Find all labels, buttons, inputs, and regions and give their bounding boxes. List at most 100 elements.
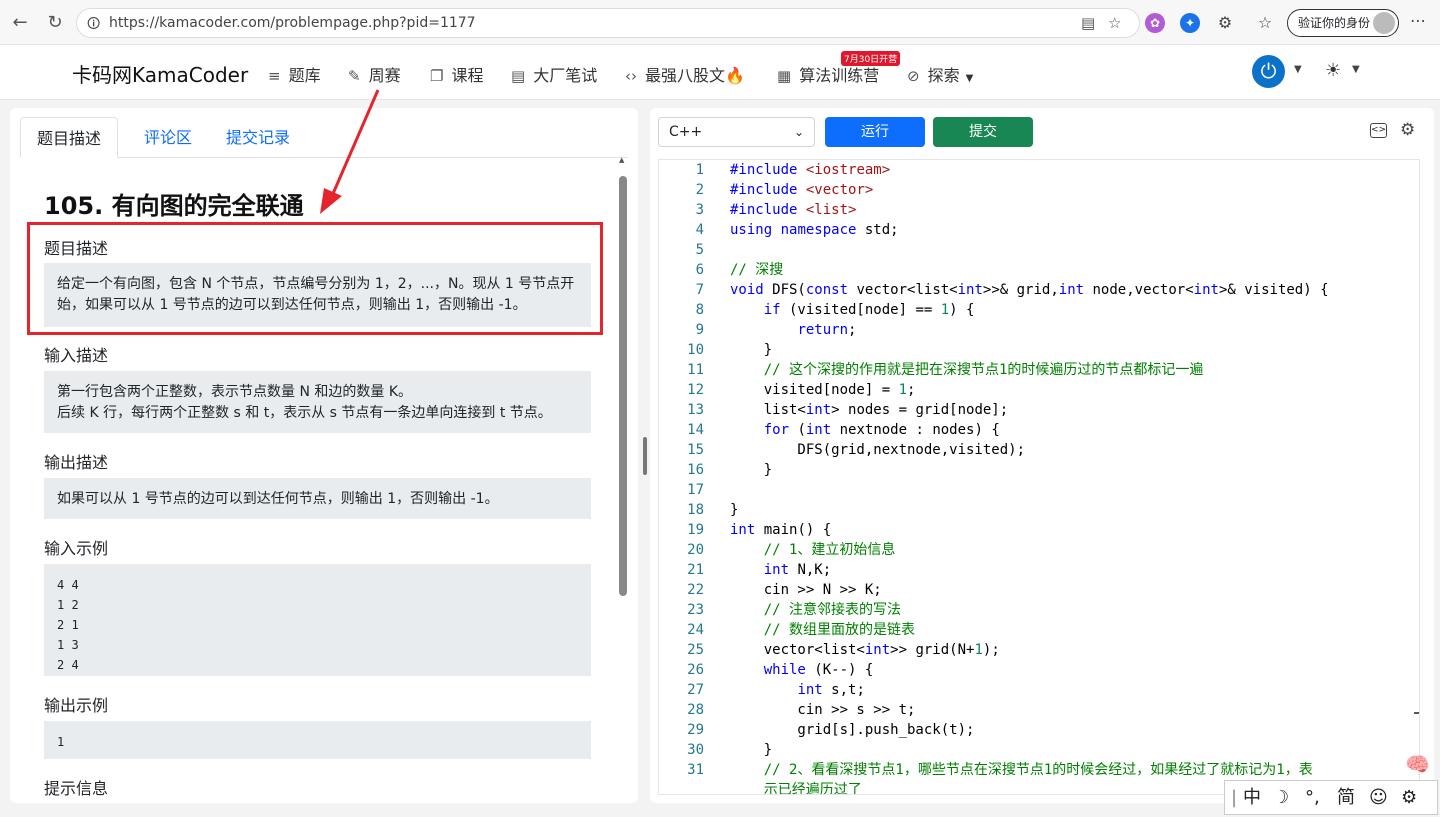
code-line[interactable]: 31 // 2、看看深搜节点1，哪些节点在深搜节点1的时候会经过，如果经过了就标… — [659, 760, 1419, 780]
code-format-icon[interactable]: <> — [1370, 123, 1387, 138]
ime-simplified[interactable]: 简 — [1337, 781, 1355, 814]
line-number: 11 — [687, 362, 704, 378]
run-button[interactable]: 运行 — [825, 117, 925, 147]
ime-settings-icon[interactable]: ⚙ — [1401, 781, 1417, 814]
tab-submissions[interactable]: 提交记录 — [210, 117, 306, 158]
line-number: 3 — [695, 202, 704, 218]
site-info-icon[interactable]: 🛈 — [87, 15, 100, 37]
code-line[interactable]: 17 — [659, 480, 1419, 500]
back-icon[interactable]: ← — [8, 11, 32, 35]
section-heading: 输出描述 — [44, 453, 109, 472]
theme-caret-icon[interactable]: ▼ — [1352, 64, 1360, 75]
document-icon: ▤ — [511, 67, 526, 85]
line-number: 29 — [687, 722, 704, 738]
line-number: 8 — [695, 302, 704, 318]
profile-button[interactable]: 验证你的身份 — [1287, 9, 1399, 37]
line-number: 13 — [687, 402, 704, 418]
more-menu-icon[interactable]: ⋯ — [1410, 11, 1426, 30]
user-power-icon[interactable]: ⏻ — [1252, 55, 1285, 88]
code-editor[interactable]: 1 #include <iostream> 2 #include <vector> 3 #… — [658, 159, 1420, 795]
panel-splitter[interactable] — [643, 437, 647, 475]
chevron-down-icon: ⌄ — [793, 125, 804, 139]
code-text: list<int> nodes = grid[node]; — [730, 402, 1009, 418]
code-line[interactable]: 19 int main() { — [659, 520, 1419, 540]
line-number: 15 — [687, 442, 704, 458]
code-line[interactable]: 10 } — [659, 340, 1419, 360]
code-line[interactable]: 23 // 注意邻接表的写法 — [659, 600, 1419, 620]
emoji-icon[interactable]: ☺ — [1369, 781, 1388, 814]
line-number: 28 — [687, 702, 704, 718]
extension-brain-icon[interactable]: ✿ — [1145, 13, 1165, 33]
copilot-icon[interactable]: 🧠 — [1405, 752, 1430, 776]
code-line[interactable]: 26 while (K--) { — [659, 660, 1419, 680]
language-select[interactable]: C++ ⌄ — [658, 117, 815, 147]
nav-courses[interactable]: ❐ 课程 — [430, 62, 483, 86]
tab-comments[interactable]: 评论区 — [128, 117, 208, 158]
avatar — [1373, 12, 1395, 34]
code-line[interactable]: 8 if (visited[node] == 1) { — [659, 300, 1419, 320]
code-line[interactable]: 5 — [659, 240, 1419, 260]
reader-icon[interactable]: ▤ — [1081, 14, 1095, 32]
code-text: // 注意邻接表的写法 — [763, 602, 902, 618]
line-number: 4 — [695, 222, 704, 238]
code-line[interactable]: 30 } — [659, 740, 1419, 760]
code-line[interactable]: 13 list<int> nodes = grid[node]; — [659, 400, 1419, 420]
moon-icon[interactable]: ☽ — [1273, 781, 1289, 814]
code-text: int main() { — [730, 522, 832, 538]
pencil-icon: ✎ — [348, 67, 361, 85]
code-line[interactable]: 20 // 1、建立初始信息 — [659, 540, 1419, 560]
code-line[interactable]: 25 vector<list<int>> grid(N+1); — [659, 640, 1419, 660]
scroll-up-icon[interactable]: ▲ — [619, 156, 624, 164]
favorites-icon[interactable]: ☆ — [1255, 13, 1275, 33]
code-line[interactable]: 29 grid[s].push_back(t); — [659, 720, 1419, 740]
nav-problems[interactable]: ≡ 题库 — [268, 62, 321, 86]
ime-mode[interactable]: 中 — [1243, 781, 1261, 814]
extension-bird-icon[interactable]: ✦ — [1180, 13, 1200, 33]
address-bar[interactable]: 🛈 https://kamacoder.com/problempage.php?… — [76, 8, 1140, 38]
reload-icon[interactable]: ↻ — [43, 11, 67, 35]
punctuation-icon[interactable]: °, — [1305, 781, 1320, 814]
code-line[interactable]: 1 #include <iostream> — [659, 160, 1419, 180]
tab-description[interactable]: 题目描述 — [20, 117, 119, 158]
scrollbar-thumb[interactable] — [619, 176, 627, 596]
nav-company-tests[interactable]: ▤ 大厂笔试 — [511, 62, 597, 86]
code-line[interactable]: 6 // 深搜 — [659, 260, 1419, 280]
code-line[interactable]: 15 DFS(grid,nextnode,visited); — [659, 440, 1419, 460]
code-line[interactable]: 7 void DFS(const vector<list<int>>& grid,… — [659, 280, 1419, 300]
code-line[interactable]: 24 // 数组里面放的是链表 — [659, 620, 1419, 640]
nav-interview-notes[interactable]: ‹› 最强八股文🔥 — [625, 62, 745, 86]
brand-logo-text[interactable]: 卡码网KamaCoder — [72, 59, 248, 88]
code-text: grid[s].push_back(t); — [730, 722, 975, 738]
favorite-star-icon[interactable]: ☆ — [1108, 14, 1121, 32]
nav-weekly-contest[interactable]: ✎ 周赛 — [348, 62, 401, 86]
code-line[interactable]: 27 int s,t; — [659, 680, 1419, 700]
line-number: 16 — [687, 462, 704, 478]
code-line[interactable]: 14 for (int nextnode : nodes) { — [659, 420, 1419, 440]
code-line[interactable]: 28 cin >> s >> t; — [659, 700, 1419, 720]
code-line[interactable]: 12 visited[node] = 1; — [659, 380, 1419, 400]
submit-button[interactable]: 提交 — [933, 117, 1033, 147]
code-text: cin >> s >> t; — [730, 702, 916, 718]
code-text: void DFS(const vector<list<int>>& grid,i… — [730, 282, 1329, 298]
line-number: 6 — [695, 262, 704, 278]
code-line[interactable]: 4 using namespace std; — [659, 220, 1419, 240]
code-text: #include <list> — [730, 202, 857, 218]
nav-explore[interactable]: ⊘ 探索 ▼ — [907, 62, 973, 86]
settings-gear-icon[interactable]: ⚙ — [1400, 120, 1415, 140]
code-line[interactable]: 2 #include <vector> — [659, 180, 1419, 200]
section-heading: 输出示例 — [44, 696, 109, 715]
code-text: using namespace std; — [730, 222, 899, 238]
code-line[interactable]: 11 // 这个深搜的作用就是把在深搜节点1的时候遍历过的节点都标记一遍 — [659, 360, 1419, 380]
code-line[interactable]: 21 int N,K; — [659, 560, 1419, 580]
ime-handle[interactable]: | — [1231, 781, 1237, 814]
code-line[interactable]: 18} — [659, 500, 1419, 520]
code-line[interactable]: 3 #include <list> — [659, 200, 1419, 220]
theme-sun-icon[interactable]: ☀ — [1325, 60, 1341, 81]
user-menu-caret-icon[interactable]: ▼ — [1294, 64, 1302, 75]
code-line[interactable]: 16 } — [659, 460, 1419, 480]
code-line[interactable]: 9 return; — [659, 320, 1419, 340]
line-number: 30 — [687, 742, 704, 758]
code-text: } — [730, 502, 739, 518]
extensions-puzzle-icon[interactable]: ⚙ — [1215, 13, 1235, 33]
code-line[interactable]: 22 cin >> N >> K; — [659, 580, 1419, 600]
